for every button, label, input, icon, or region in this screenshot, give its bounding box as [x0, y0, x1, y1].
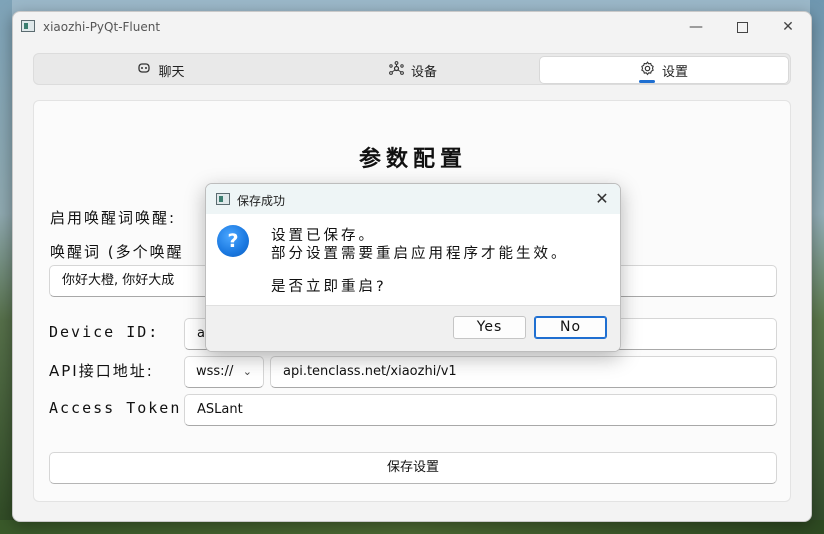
- robot-icon: [137, 61, 151, 79]
- dialog-button-bar: Yes No: [206, 305, 620, 351]
- tab-settings[interactable]: 设置: [539, 56, 789, 84]
- dialog-title: 保存成功: [237, 194, 286, 208]
- save-settings-button[interactable]: 保存设置: [49, 452, 777, 484]
- maximize-icon: [736, 21, 748, 33]
- save-success-dialog: 保存成功 ✕ ? 设置已保存。 部分设置需要重启应用程序才能生效。 是否立即重启…: [205, 183, 621, 352]
- minimize-icon: —: [689, 19, 703, 35]
- access-token-label: Access Token:: [49, 399, 193, 417]
- network-icon: [389, 60, 404, 80]
- dialog-message-line2: 部分设置需要重启应用程序才能生效。: [271, 246, 569, 262]
- tab-chat[interactable]: 聊天: [36, 56, 286, 84]
- tab-bar: 聊天 设备 设置: [33, 53, 791, 85]
- active-tab-indicator: [639, 80, 655, 83]
- close-icon: ✕: [782, 19, 794, 35]
- dialog-question: 是否立即重启?: [271, 279, 387, 295]
- tab-settings-label: 设置: [661, 64, 688, 80]
- page-title: 参数配置: [358, 147, 467, 172]
- tab-chat-label: 聊天: [158, 64, 185, 80]
- wake-word-enable-label: 启用唤醒词唤醒:: [50, 209, 177, 227]
- chevron-down-icon: ⌄: [242, 365, 252, 378]
- gear-icon: [640, 60, 655, 80]
- close-icon: ✕: [595, 189, 609, 208]
- access-token-input[interactable]: ASLant: [184, 394, 777, 426]
- tab-devices-label: 设备: [410, 64, 437, 80]
- api-url-label: API接口地址:: [49, 362, 154, 380]
- desktop-background-right: [810, 0, 824, 534]
- no-button[interactable]: No: [534, 316, 607, 339]
- dialog-close-button[interactable]: ✕: [592, 189, 612, 209]
- device-id-label: Device ID:: [49, 323, 160, 341]
- tab-devices[interactable]: 设备: [288, 56, 538, 84]
- dialog-titlebar: 保存成功 ✕: [206, 184, 620, 214]
- titlebar: xiaozhi-PyQt-Fluent — ✕: [13, 12, 811, 42]
- app-icon: [21, 20, 35, 32]
- app-icon: [216, 193, 230, 205]
- protocol-select[interactable]: wss:// ⌄: [184, 356, 264, 388]
- maximize-button[interactable]: [719, 12, 765, 42]
- api-url-input[interactable]: api.tenclass.net/xiaozhi/v1: [270, 356, 777, 388]
- window-title: xiaozhi-PyQt-Fluent: [43, 20, 161, 34]
- minimize-button[interactable]: —: [673, 12, 719, 42]
- desktop-background-left: [0, 0, 12, 534]
- desktop-background-bottom: [0, 520, 824, 534]
- close-button[interactable]: ✕: [765, 12, 811, 42]
- question-icon: ?: [217, 225, 249, 257]
- protocol-select-value: wss://: [196, 364, 234, 379]
- yes-button[interactable]: Yes: [453, 316, 526, 339]
- wake-words-label: 唤醒词 (多个唤醒: [50, 243, 184, 261]
